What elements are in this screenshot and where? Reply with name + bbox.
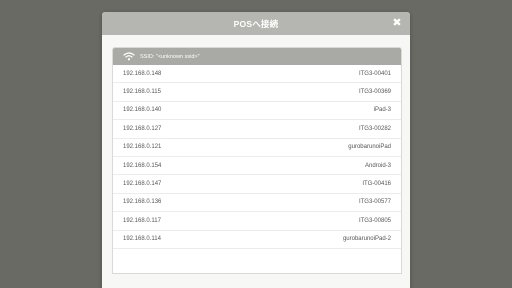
ssid-bar: SSID: "<unknown ssid>" [113, 48, 401, 65]
device-row[interactable]: 192.168.0.147 ITG-00416 [113, 175, 401, 194]
device-row[interactable]: 192.168.0.148 ITG3-00401 [113, 65, 401, 84]
device-name: Android-3 [364, 162, 391, 169]
dialog-titlebar: POSへ接続 ✖ [102, 12, 410, 35]
device-ip: 192.168.0.114 [123, 236, 161, 243]
device-ip: 192.168.0.117 [123, 217, 161, 224]
connect-pos-dialog: POSへ接続 ✖ SSID: "<unknown ssid>" 192.168.… [102, 12, 410, 288]
device-ip: 192.168.0.147 [123, 181, 162, 188]
device-row[interactable]: 192.168.0.136 ITG3-00577 [113, 194, 401, 213]
device-row[interactable]: 192.168.0.140 iPad-3 [113, 102, 401, 121]
device-list: 192.168.0.148 ITG3-00401 192.168.0.115 I… [113, 65, 401, 249]
dialog-title: POSへ接続 [233, 18, 279, 29]
device-row[interactable]: 192.168.0.154 Android-3 [113, 157, 401, 176]
device-ip: 192.168.0.140 [123, 107, 162, 114]
device-name: ITG3-00401 [358, 70, 391, 77]
device-name: ITG3-00805 [358, 217, 391, 224]
device-ip: 192.168.0.115 [123, 89, 161, 96]
device-name: ITG-00416 [362, 181, 391, 188]
device-ip: 192.168.0.127 [123, 125, 162, 132]
device-row[interactable]: 192.168.0.117 ITG3-00805 [113, 212, 401, 231]
device-ip: 192.168.0.121 [123, 144, 162, 151]
wifi-icon [123, 52, 135, 61]
device-name: gurobarunoiPad [348, 144, 391, 151]
ssid-label: SSID: "<unknown ssid>" [140, 53, 200, 60]
device-row[interactable]: 192.168.0.127 ITG3-00282 [113, 120, 401, 139]
device-row[interactable]: 192.168.0.114 gurobarunoiPad-2 [113, 231, 401, 249]
close-icon[interactable]: ✖ [391, 17, 403, 29]
device-list-panel: SSID: "<unknown ssid>" 192.168.0.148 ITG… [112, 47, 402, 274]
device-name: gurobarunoiPad-2 [342, 236, 391, 243]
device-name: ITG3-00282 [358, 125, 391, 132]
device-name: iPad-3 [373, 107, 391, 114]
device-ip: 192.168.0.136 [123, 199, 162, 206]
device-row[interactable]: 192.168.0.115 ITG3-00369 [113, 83, 401, 102]
device-name: ITG3-00369 [358, 89, 391, 96]
device-name: ITG3-00577 [358, 199, 391, 206]
device-ip: 192.168.0.148 [123, 70, 162, 77]
device-row[interactable]: 192.168.0.121 gurobarunoiPad [113, 139, 401, 157]
device-ip: 192.168.0.154 [123, 162, 162, 169]
